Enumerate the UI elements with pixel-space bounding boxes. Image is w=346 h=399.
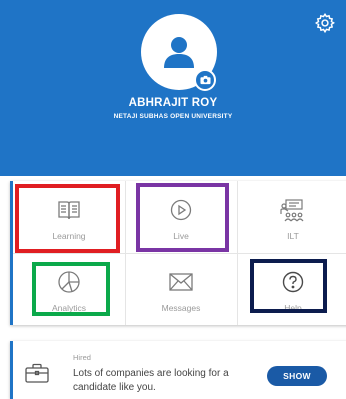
change-photo-button[interactable]: [194, 69, 216, 91]
menu-item-label: Messages: [161, 303, 201, 313]
play-icon: [170, 199, 192, 221]
gear-icon: [314, 12, 335, 34]
show-button[interactable]: SHOW: [267, 366, 327, 386]
user-name: ABHRAJIT ROY: [128, 97, 218, 109]
menu-item-label: ILT: [287, 231, 299, 241]
settings-button[interactable]: [310, 8, 340, 38]
help-icon: [282, 271, 304, 293]
menu-item-live[interactable]: Live: [125, 181, 237, 253]
pie-chart-icon: [58, 271, 80, 293]
menu-item-messages[interactable]: Messages: [125, 253, 237, 325]
hire-tag: Hired: [73, 353, 91, 362]
menu-item-label: Analytics: [51, 303, 86, 313]
menu-grid: Learning Live ILT Analytics Messages Hel…: [10, 181, 346, 325]
briefcase-icon: [25, 363, 49, 383]
menu-item-label: Help: [284, 303, 302, 313]
profile-header: ABHRAJIT ROY NETAJI SUBHAS OPEN UNIVERSI…: [0, 0, 346, 176]
camera-icon: [199, 75, 211, 85]
menu-item-help[interactable]: Help: [237, 253, 346, 325]
hire-card: Hired Lots of companies are looking for …: [10, 341, 346, 399]
menu-item-ilt[interactable]: ILT: [237, 181, 346, 253]
user-icon: [164, 37, 194, 68]
classroom-icon: [280, 199, 304, 222]
menu-item-learning[interactable]: Learning: [13, 181, 125, 253]
book-icon: [58, 201, 80, 220]
menu-item-analytics[interactable]: Analytics: [13, 253, 125, 325]
user-organization: NETAJI SUBHAS OPEN UNIVERSITY: [113, 113, 233, 120]
hire-message: Lots of companies are looking for a cand…: [73, 368, 229, 393]
menu-item-label: Live: [173, 231, 189, 241]
menu-item-label: Learning: [52, 231, 86, 241]
envelope-icon: [169, 273, 193, 291]
